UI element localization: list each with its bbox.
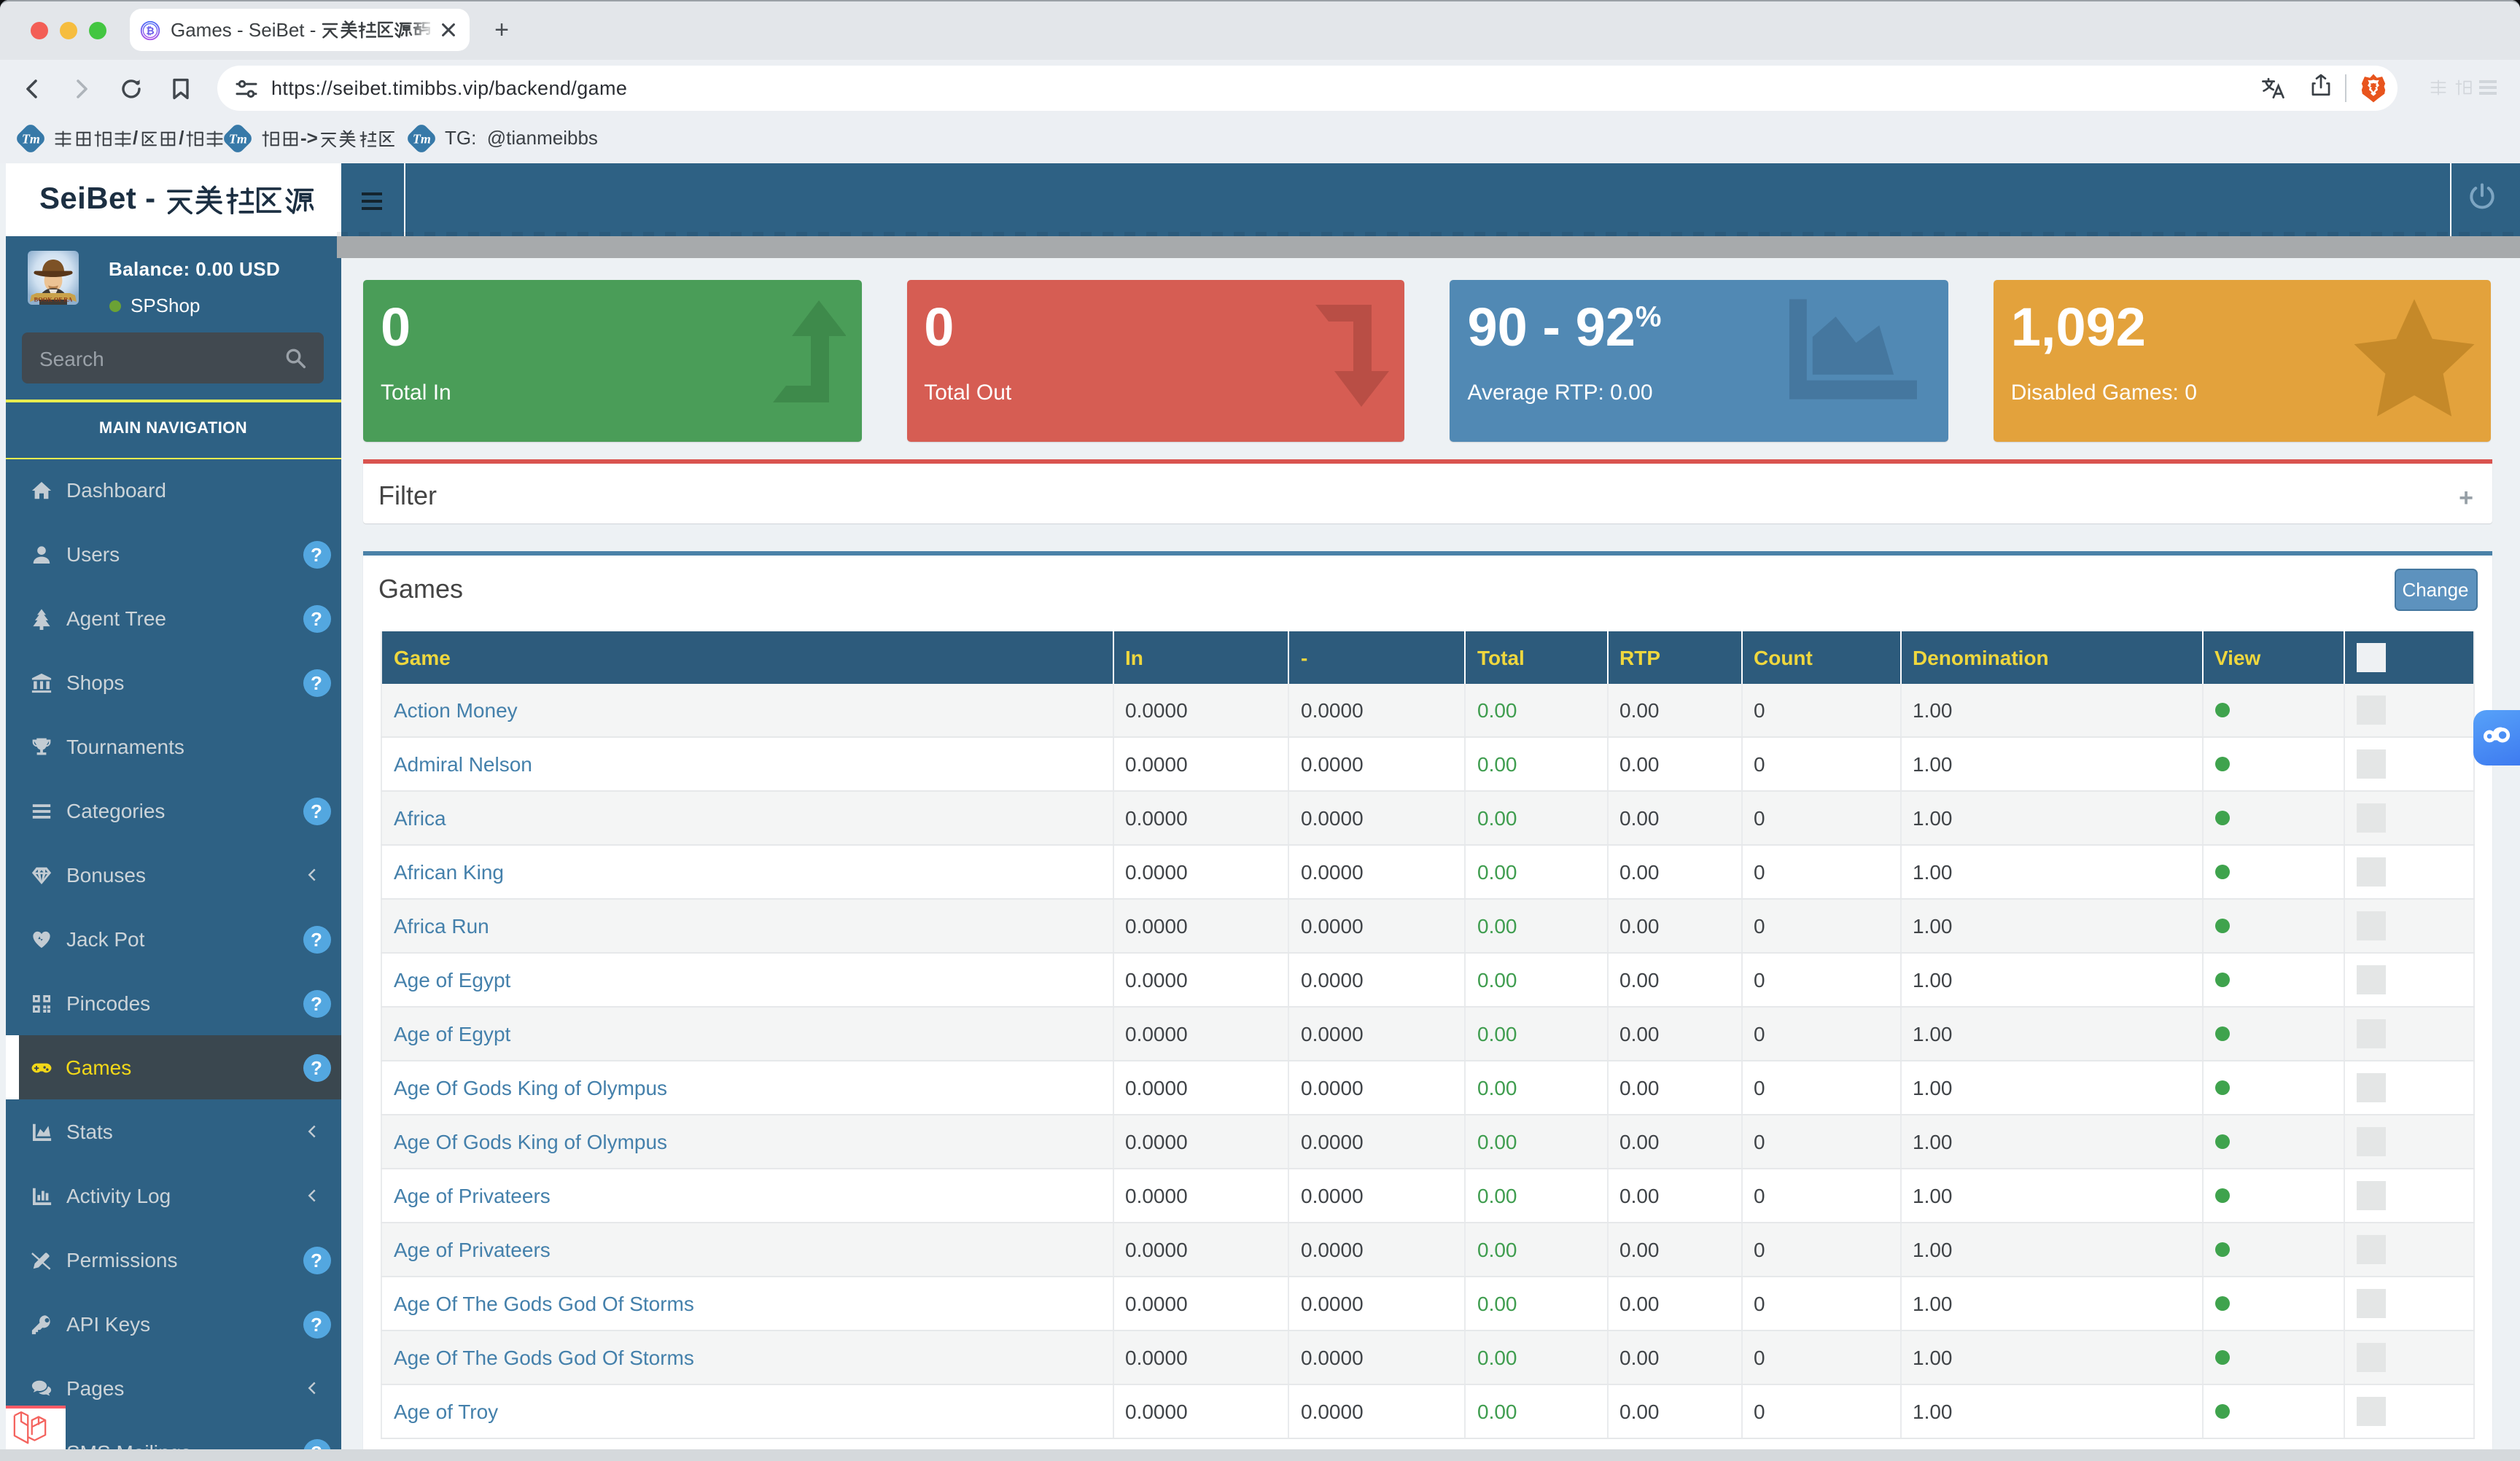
svg-text:BOOK OF RA: BOOK OF RA <box>34 296 72 303</box>
svg-text:₿: ₿ <box>146 24 154 36</box>
